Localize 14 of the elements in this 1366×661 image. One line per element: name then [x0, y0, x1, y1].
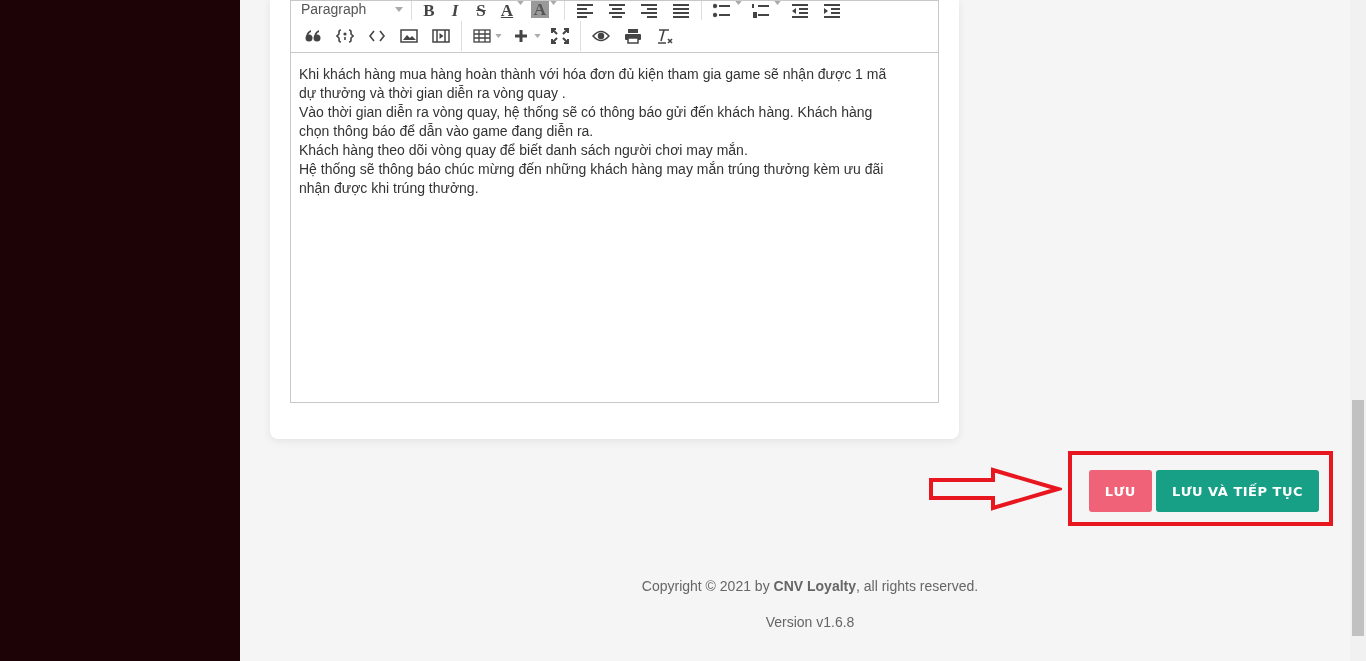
paragraph-text: Hệ thống sẽ thông báo chúc mừng đến những khách hàng may mắn trúng thưởng kèm ưu đãi nhận được khi trúng thưởng.	[299, 160, 885, 198]
version-text: Version v1.6.8	[765, 614, 855, 630]
italic-button[interactable]: I	[442, 1, 468, 20]
paragraph-text: Khách hàng theo dõi vòng quay để biết danh sách người chơi may mắn.	[299, 141, 749, 160]
caret-icon	[395, 6, 403, 12]
scrollbar-thumb[interactable]	[1352, 400, 1364, 636]
paragraph-text: Vào thời gian diễn ra vòng quay, hệ thống sẽ có thông báo gửi đến khách hàng. Khách hàng chọn thông báo để dẫn vào game đang diễn ra.	[299, 103, 874, 141]
bold-button[interactable]: B	[416, 1, 442, 20]
font-color-button[interactable]: A	[494, 1, 520, 20]
paragraph-dropdown[interactable]: Paragraph	[297, 1, 407, 17]
paragraph-text: Khi khách hàng mua hàng hoàn thành với hóa đơn đủ kiện tham gia game sẽ nhận được 1 mã dự thưởng và thời gian diễn ra vòng quay .	[299, 65, 888, 103]
copyright-text: Copyright © 2021 by CNV Loyalty, all rights reserved.	[641, 578, 979, 594]
strikethrough-button[interactable]: S	[468, 1, 494, 20]
scrollbar[interactable]	[1350, 0, 1366, 661]
